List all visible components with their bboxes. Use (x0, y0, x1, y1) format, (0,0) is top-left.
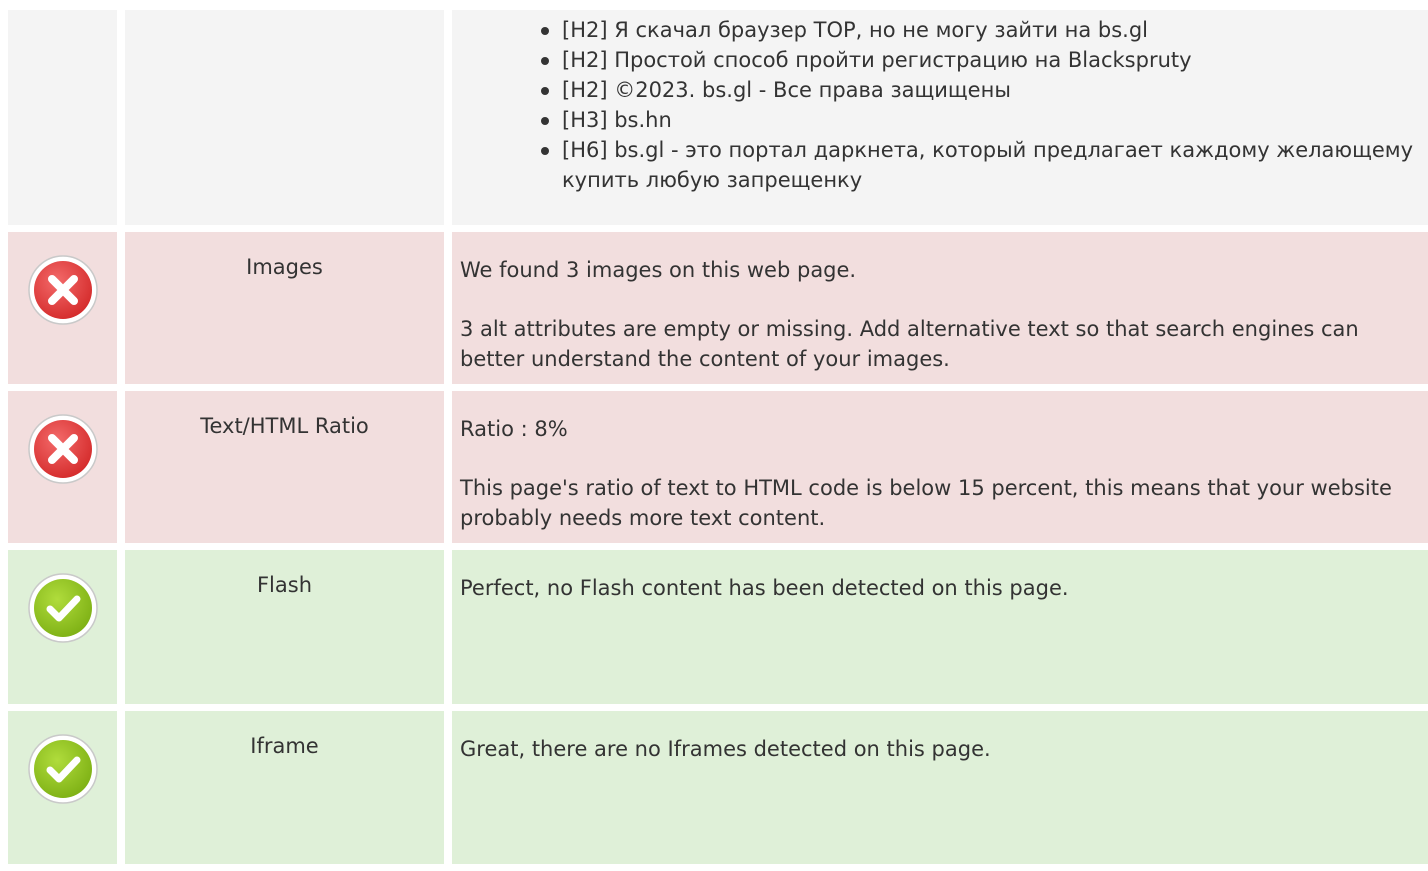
images-icon-cell (8, 232, 117, 384)
heading-item: [H2] Простой способ пройти регистрацию н… (536, 45, 1428, 75)
flash-icon-cell (8, 550, 117, 704)
ratio-label: Text/HTML Ratio (125, 391, 444, 543)
heading-item: [H3] bs.hn (536, 105, 1428, 135)
headings-label-cell (125, 10, 444, 225)
heading-item: [H2] ©2023. bs.gl - Все права защищены (536, 75, 1428, 105)
ratio-value: Ratio : 8% (460, 417, 568, 441)
ratio-description: Ratio : 8% This page's ratio of text to … (452, 391, 1428, 543)
flash-row: Flash Perfect, no Flash content has been… (8, 550, 1428, 704)
ratio-icon-cell (8, 391, 117, 543)
iframe-description: Great, there are no Iframes detected on … (452, 711, 1428, 864)
flash-label: Flash (125, 550, 444, 704)
images-summary: We found 3 images on this web page. (460, 258, 857, 282)
images-row: Images We found 3 images on this web pag… (8, 232, 1428, 384)
images-label: Images (125, 232, 444, 384)
iframe-icon-cell (8, 711, 117, 864)
images-description: We found 3 images on this web page. 3 al… (452, 232, 1428, 384)
heading-item: [H6] bs.gl - это портал даркнета, которы… (536, 135, 1428, 195)
headings-icon-cell (8, 10, 117, 225)
ratio-advice: This page's ratio of text to HTML code i… (460, 476, 1392, 530)
images-advice: 3 alt attributes are empty or missing. A… (460, 317, 1359, 371)
headings-row: [H2] Я скачал браузер TOP, но не могу за… (8, 10, 1428, 225)
headings-desc-cell: [H2] Я скачал браузер TOP, но не могу за… (452, 10, 1428, 225)
iframe-label: Iframe (125, 711, 444, 864)
flash-description: Perfect, no Flash content has been detec… (452, 550, 1428, 704)
error-x-icon (27, 414, 98, 484)
flash-summary: Perfect, no Flash content has been detec… (460, 576, 1069, 600)
iframe-summary: Great, there are no Iframes detected on … (460, 737, 991, 761)
iframe-row: Iframe Great, there are no Iframes detec… (8, 711, 1428, 864)
seo-results-table: [H2] Я скачал браузер TOP, но не могу за… (8, 10, 1428, 871)
error-x-icon (27, 255, 98, 325)
success-check-icon (27, 734, 98, 804)
success-check-icon (27, 573, 98, 643)
text-html-ratio-row: Text/HTML Ratio Ratio : 8% This page's r… (8, 391, 1428, 543)
headings-list: [H2] Я скачал браузер TOP, но не могу за… (460, 15, 1428, 195)
heading-item: [H2] Я скачал браузер TOP, но не могу за… (536, 15, 1428, 45)
